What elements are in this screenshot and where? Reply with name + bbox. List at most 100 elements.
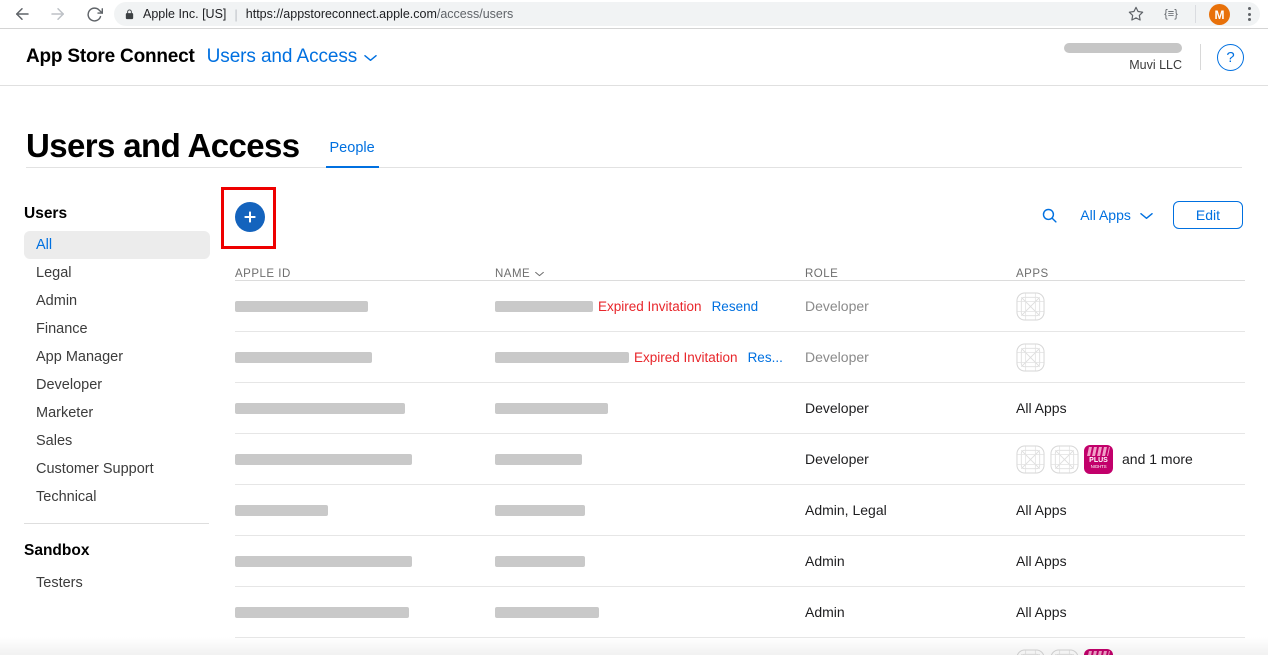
chevron-down-icon	[1140, 207, 1153, 223]
page-title: Users and Access	[26, 127, 300, 164]
page-title-row: Users and Access People	[26, 102, 1242, 168]
back-icon[interactable]	[4, 0, 40, 28]
column-header-name[interactable]: NAME	[495, 268, 805, 280]
extension-icon[interactable]: {≡}	[1158, 3, 1184, 25]
app-placeholder-icon[interactable]	[1016, 291, 1045, 321]
sidebar-divider	[24, 523, 209, 524]
sidebar-heading-users: Users	[24, 205, 68, 222]
redacted-apple-id	[235, 300, 368, 312]
app-plus-sublabel: NIGHTS	[1090, 463, 1107, 469]
cell-apple-id	[235, 555, 495, 567]
brand-title[interactable]: App Store Connect	[26, 46, 195, 68]
tab-bar: People	[325, 102, 379, 168]
sidebar-item-all[interactable]: All	[24, 231, 210, 259]
help-icon[interactable]: ?	[1217, 43, 1244, 71]
cell-name: Expired Invitation Resend	[495, 299, 805, 314]
table-row[interactable]: Admin All Apps	[235, 587, 1245, 638]
kebab-menu-icon[interactable]	[1238, 3, 1260, 25]
clapperboard-icon	[1087, 650, 1110, 655]
section-switcher[interactable]: Users and Access	[207, 46, 377, 68]
sidebar-item-developer[interactable]: Developer	[24, 371, 210, 399]
redacted-name	[495, 504, 585, 516]
redacted-apple-id	[235, 402, 405, 414]
cell-name	[495, 402, 805, 414]
account-block[interactable]: Muvi LLC	[1064, 42, 1182, 72]
sidebar-item-app-manager[interactable]: App Manager	[24, 343, 210, 371]
table-header-row: APPLE ID NAME ROLE APPS	[235, 252, 1245, 281]
content-toolbar-area: All Apps Edit	[221, 185, 1243, 249]
table-row[interactable]: Developer All Apps	[235, 383, 1245, 434]
app-placeholder-icon[interactable]	[1050, 444, 1079, 474]
sidebar-item-finance[interactable]: Finance	[24, 315, 210, 343]
apps-and-more-label: and 1 more	[1122, 451, 1193, 467]
table-body: Expired Invitation Resend Developer Expired…	[235, 281, 1245, 655]
cell-apps	[1016, 342, 1245, 372]
forward-icon[interactable]	[40, 0, 76, 28]
sidebar-item-customer-support[interactable]: Customer Support	[24, 455, 210, 483]
column-header-role[interactable]: ROLE	[805, 268, 1016, 280]
apps-scope-label: All Apps	[1016, 502, 1067, 518]
status-badge-expired-invitation: Expired Invitation	[634, 349, 738, 365]
avatar[interactable]: M	[1209, 4, 1230, 25]
apps-scope-label: All Apps	[1016, 553, 1067, 569]
star-icon[interactable]	[1124, 2, 1148, 26]
sidebar-item-legal[interactable]: Legal	[24, 259, 210, 287]
cell-name	[495, 504, 805, 516]
cell-name: Expired Invitation Res...	[495, 350, 805, 365]
cell-apps	[1016, 291, 1245, 321]
sidebar-item-technical[interactable]: Technical	[24, 483, 210, 511]
sidebar: Users All Legal Admin Finance App Manage…	[24, 205, 210, 597]
app-icon-group	[1016, 342, 1045, 372]
cell-apps: All Apps	[1016, 604, 1245, 620]
app-plus-icon[interactable]: PLUSNIGHTS	[1084, 444, 1113, 474]
redacted-name	[495, 351, 629, 363]
redacted-name	[495, 453, 582, 465]
add-user-button[interactable]	[235, 202, 265, 232]
reload-icon[interactable]	[76, 0, 112, 28]
redacted-name	[495, 606, 599, 618]
sidebar-item-admin[interactable]: Admin	[24, 287, 210, 315]
app-placeholder-icon[interactable]	[1016, 444, 1045, 474]
app-placeholder-icon[interactable]	[1016, 648, 1045, 655]
app-plus-icon[interactable]: PLUSNIGHTS	[1084, 648, 1113, 655]
cell-role: Admin	[805, 553, 845, 569]
section-switcher-label: Users and Access	[206, 46, 358, 67]
table-row[interactable]: Admin All Apps	[235, 536, 1245, 587]
browser-nav-buttons	[0, 0, 112, 28]
table-row[interactable]: Expired Invitation Res... Developer	[235, 332, 1245, 383]
cell-apps: All Apps	[1016, 502, 1245, 518]
table-row[interactable]: Admin, Legal All Apps	[235, 485, 1245, 536]
table-row[interactable]: Developer PLUS NIGHTS and 1 more	[235, 434, 1245, 485]
app-placeholder-icon[interactable]	[1050, 648, 1079, 655]
tab-people[interactable]: People	[325, 140, 379, 168]
apps-filter-dropdown[interactable]: All Apps	[1080, 207, 1153, 223]
cell-apple-id	[235, 606, 495, 618]
cell-apps: PLUS NIGHTS and 1 more	[1016, 444, 1245, 474]
edit-button[interactable]: Edit	[1172, 201, 1243, 229]
cell-apple-id	[235, 351, 495, 363]
app-icon-group	[1016, 291, 1045, 321]
sidebar-item-marketer[interactable]: Marketer	[24, 399, 210, 427]
table-row[interactable]: DeveloperPLUSNIGHTSand 1	[235, 638, 1245, 655]
cell-apple-id	[235, 402, 495, 414]
column-header-apple-id[interactable]: APPLE ID	[235, 268, 495, 280]
table-row[interactable]: Expired Invitation Resend Developer	[235, 281, 1245, 332]
apps-scope-label: All Apps	[1016, 400, 1067, 416]
cell-role: Admin, Legal	[805, 502, 887, 518]
redacted-apple-id	[235, 504, 328, 516]
sidebar-item-testers[interactable]: Testers	[24, 569, 210, 597]
status-badge-expired-invitation: Expired Invitation	[598, 298, 702, 314]
app-icon-group: PLUSNIGHTS	[1016, 444, 1113, 474]
cell-role: Developer	[805, 349, 869, 365]
users-table: APPLE ID NAME ROLE APPS Expired Invitati…	[235, 252, 1245, 655]
search-icon[interactable]	[1034, 200, 1064, 230]
sidebar-item-sales[interactable]: Sales	[24, 427, 210, 455]
cell-role: Developer	[805, 400, 869, 416]
resend-invitation-link[interactable]: Resend	[712, 299, 759, 314]
address-bar[interactable]: Apple Inc. [US] | https://appstoreconnec…	[114, 2, 1260, 26]
column-header-apps[interactable]: APPS	[1016, 268, 1245, 280]
browser-toolbar: Apple Inc. [US] | https://appstoreconnec…	[0, 0, 1268, 29]
sidebar-heading-sandbox: Sandbox	[24, 542, 90, 559]
app-placeholder-icon[interactable]	[1016, 342, 1045, 372]
resend-invitation-link[interactable]: Res...	[748, 350, 783, 365]
